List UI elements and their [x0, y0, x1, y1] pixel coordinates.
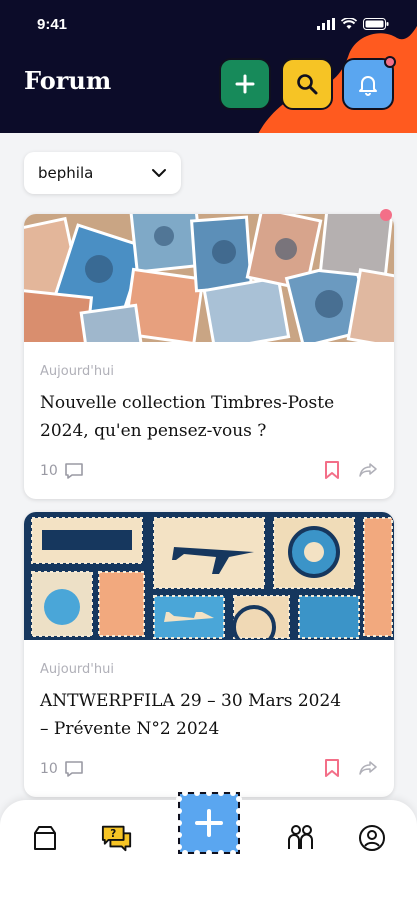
comments-number: 10	[40, 463, 58, 479]
bookmark-icon[interactable]	[324, 460, 340, 480]
notification-dot	[384, 56, 396, 68]
community-icon	[288, 825, 313, 849]
signal-icon	[317, 18, 335, 30]
search-icon	[297, 74, 318, 95]
comments-count[interactable]: 10	[40, 760, 84, 778]
post-title-line: – Prévente N°2 2024	[40, 719, 220, 739]
share-icon[interactable]	[358, 462, 378, 478]
bell-icon	[359, 76, 377, 96]
search-button[interactable]	[281, 58, 333, 110]
group-filter-value: bephila	[38, 164, 94, 182]
nav-profile[interactable]	[356, 822, 388, 854]
new-post-button[interactable]	[219, 58, 271, 110]
comments-number: 10	[40, 761, 58, 777]
post-card[interactable]: Aujourd'hui ANTWERPFILA 29 – 30 Mars 202…	[24, 512, 394, 797]
unread-dot	[380, 209, 392, 221]
post-title-line: ANTWERPFILA 29 – 30 Mars 2024	[40, 691, 342, 711]
nav-catalog[interactable]	[29, 822, 61, 854]
status-icons	[317, 18, 389, 30]
forum-icon: ?	[101, 825, 132, 852]
profile-icon	[359, 825, 385, 851]
stamps-collection-image	[24, 214, 394, 342]
status-time: 9:41	[37, 16, 68, 33]
svg-text:?: ?	[110, 828, 116, 840]
post-title[interactable]: Nouvelle collection Timbres-Poste 2024, …	[40, 389, 380, 445]
post-date: Aujourd'hui	[40, 662, 114, 677]
wifi-icon	[341, 18, 357, 29]
add-stamp-button[interactable]	[173, 787, 245, 859]
page-title: Forum	[24, 66, 112, 95]
nav-forum[interactable]: ?	[101, 822, 133, 854]
post-title[interactable]: ANTWERPFILA 29 – 30 Mars 2024 – Prévente…	[40, 687, 380, 743]
plus-icon	[235, 74, 255, 94]
bookmark-icon[interactable]	[324, 758, 340, 778]
post-date: Aujourd'hui	[40, 364, 114, 379]
post-card[interactable]: Aujourd'hui Nouvelle collection Timbres-…	[24, 214, 394, 499]
group-filter-dropdown[interactable]: bephila	[24, 152, 181, 194]
comment-icon	[65, 463, 83, 479]
antwerpfila-poster-image	[24, 512, 394, 640]
comment-icon	[65, 761, 83, 777]
battery-icon	[363, 18, 389, 30]
post-title-line: Nouvelle collection Timbres-Poste	[40, 393, 335, 413]
post-actions	[324, 460, 378, 480]
add-icon	[176, 790, 242, 856]
post-title-line: 2024, qu'en pensez-vous ?	[40, 421, 267, 441]
nav-community[interactable]	[285, 822, 317, 854]
comments-count[interactable]: 10	[40, 462, 84, 480]
notifications-button[interactable]	[342, 56, 396, 110]
chevron-down-icon	[152, 169, 166, 177]
status-bar: 9:41	[0, 0, 417, 52]
post-actions	[324, 758, 378, 778]
catalog-icon	[34, 826, 56, 850]
share-icon[interactable]	[358, 760, 378, 776]
